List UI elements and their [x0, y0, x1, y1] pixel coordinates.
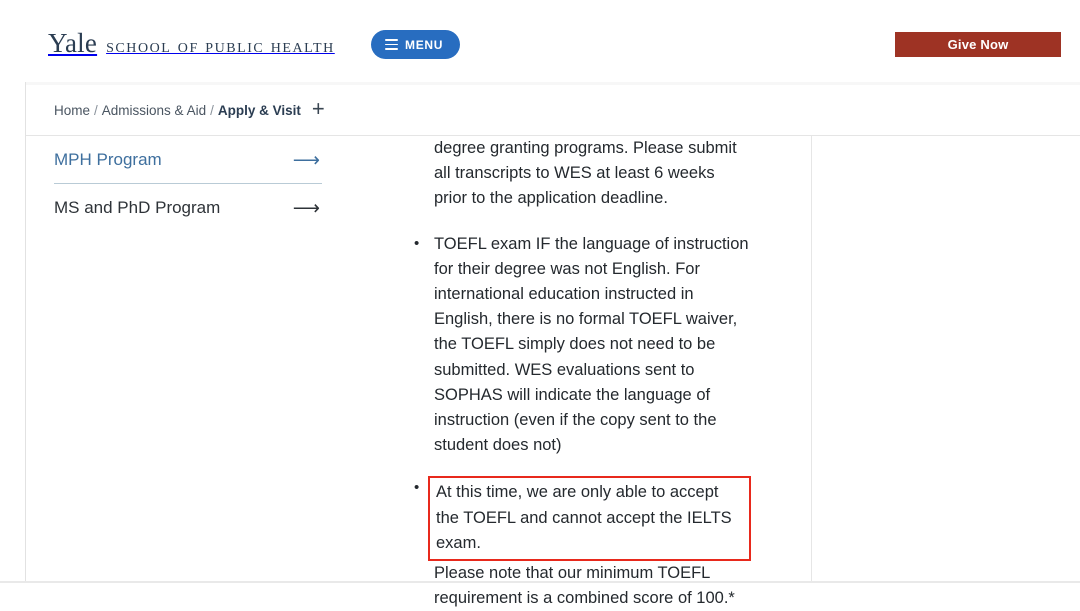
breadcrumb-separator: / [210, 102, 214, 118]
menu-button[interactable]: MENU [371, 30, 461, 59]
give-now-button[interactable]: Give Now [895, 32, 1061, 57]
brand-secondary-text: School of Public Health [106, 36, 335, 57]
requirements-list: TOEFL exam IF the language of instructio… [406, 231, 751, 562]
minimum-score-note: Please note that our minimum TOEFL requi… [434, 564, 735, 608]
breadcrumb-item-home[interactable]: Home [54, 103, 90, 118]
hamburger-icon [385, 39, 398, 50]
breadcrumb-bar: Home / Admissions & Aid / Apply & Visit … [26, 85, 1080, 136]
column-divider [811, 136, 812, 581]
continued-paragraph: degree granting programs. Please submit … [434, 139, 737, 208]
list-item-text: TOEFL exam IF the language of instructio… [434, 234, 749, 455]
give-now-label: Give Now [947, 37, 1009, 52]
plus-icon[interactable]: + [312, 98, 325, 120]
main-content: degree granting programs. Please submit … [406, 136, 751, 611]
list-item-text: At this time, we are only able to accept… [436, 483, 732, 552]
breadcrumb-separator: / [94, 102, 98, 118]
list-item-ielts-not-accepted: At this time, we are only able to accept… [406, 475, 751, 562]
site-header: Yale School of Public Health MENU Give N… [0, 0, 1080, 82]
list-item-toefl-exam: TOEFL exam IF the language of instructio… [406, 231, 751, 459]
sidebar-item-label: MS and PhD Program [54, 198, 221, 217]
breadcrumb: Home / Admissions & Aid / Apply & Visit … [54, 98, 325, 121]
brand-primary-text: Yale [48, 28, 98, 58]
arrow-right-icon: ⟶ [292, 197, 320, 219]
sidebar-nav: MPH Program ⟶ MS and PhD Program ⟶ [54, 136, 322, 231]
breadcrumb-item-admissions-aid[interactable]: Admissions & Aid [102, 103, 206, 118]
sidebar-item-ms-phd-program[interactable]: MS and PhD Program ⟶ [54, 183, 322, 231]
arrow-right-icon: ⟶ [292, 149, 320, 171]
page-frame: Home / Admissions & Aid / Apply & Visit … [25, 82, 1080, 607]
sidebar-item-label: MPH Program [54, 150, 162, 169]
breadcrumb-item-apply-visit[interactable]: Apply & Visit [218, 103, 301, 118]
annotation-highlight-box: At this time, we are only able to accept… [428, 476, 751, 562]
site-logo[interactable]: Yale School of Public Health [48, 30, 335, 57]
menu-button-label: MENU [405, 37, 444, 52]
content-row: MPH Program ⟶ MS and PhD Program ⟶ degre… [26, 136, 1080, 607]
sidebar-item-mph-program[interactable]: MPH Program ⟶ [54, 136, 322, 183]
